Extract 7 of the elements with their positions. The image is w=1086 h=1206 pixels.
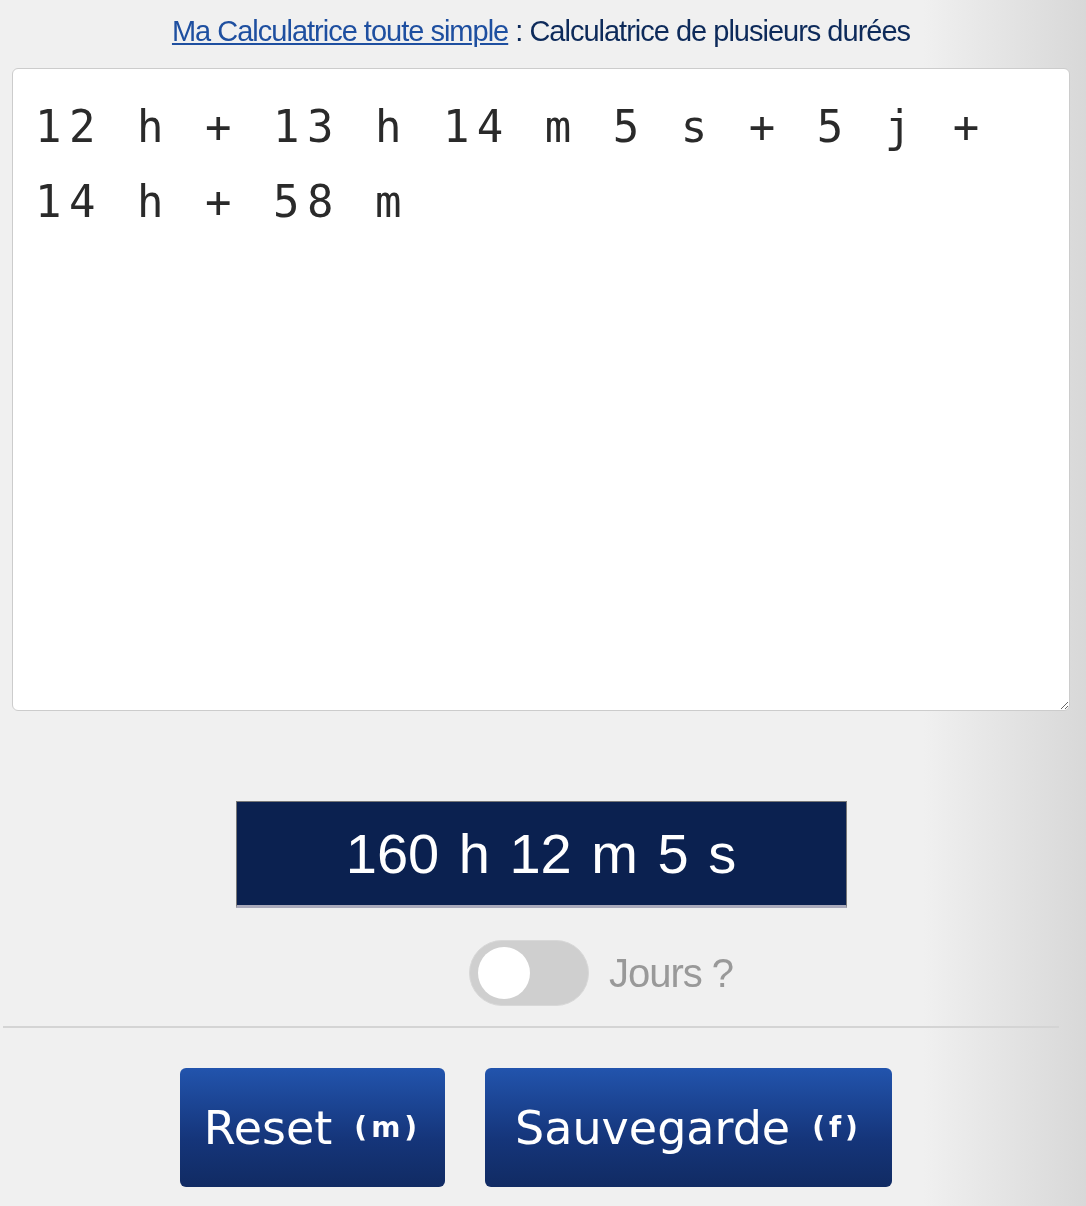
action-button[interactable]: Sauvegarde (f): [485, 1068, 892, 1187]
action-button[interactable]: Reset (m): [180, 1068, 445, 1187]
page-title: : Calculatrice de plusieurs durées: [514, 14, 911, 48]
home-link[interactable]: Ma Calculatrice toute simple: [171, 14, 509, 48]
result-display: 160 h 12 m 5 s: [235, 801, 847, 908]
duration-input[interactable]: 12 h + 13 h 14 m 5 s + 5 j + 14 h + 58 m: [12, 68, 1070, 711]
toggle-label: Jours ?: [608, 950, 734, 996]
